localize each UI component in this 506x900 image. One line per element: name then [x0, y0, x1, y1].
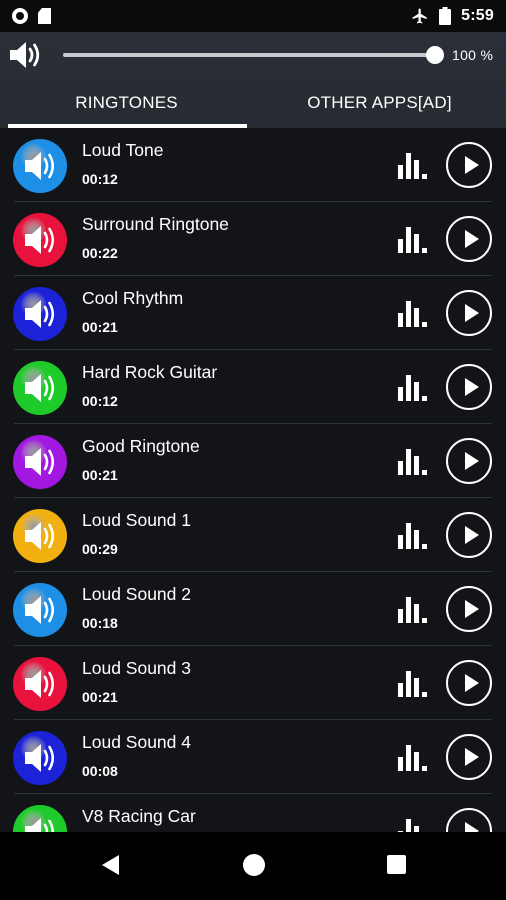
play-button[interactable]	[446, 808, 492, 832]
ringtone-speaker-icon	[12, 212, 68, 268]
volume-slider-track[interactable]	[63, 53, 435, 57]
equalizer-icon[interactable]	[396, 591, 430, 625]
list-item[interactable]: Loud Sound 4 00:08	[0, 720, 506, 794]
tab-ringtones[interactable]: RINGTONES	[0, 78, 253, 128]
ringtone-title: Loud Sound 2	[82, 584, 191, 604]
ringtone-speaker-icon	[12, 138, 68, 194]
tab-ringtones-label: RINGTONES	[75, 93, 178, 112]
equalizer-icon[interactable]	[396, 443, 430, 477]
equalizer-icon[interactable]	[396, 147, 430, 181]
ringtone-duration: 00:22	[82, 245, 118, 261]
volume-row: 100 %	[0, 32, 506, 78]
ringtone-speaker-icon	[12, 286, 68, 342]
list-item[interactable]: V8 Racing Car	[0, 794, 506, 832]
list-item[interactable]: Loud Sound 2 00:18	[0, 572, 506, 646]
ringtone-title: Surround Ringtone	[82, 214, 229, 234]
play-button[interactable]	[446, 734, 492, 780]
clock-time: 5:59	[461, 7, 494, 24]
tab-other-apps[interactable]: OTHER APPS[AD]	[253, 78, 506, 128]
tab-bar: RINGTONES OTHER APPS[AD]	[0, 78, 506, 128]
play-button[interactable]	[446, 438, 492, 484]
battery-icon	[439, 7, 452, 25]
ringtone-title: Loud Sound 4	[82, 732, 191, 752]
equalizer-icon[interactable]	[396, 813, 430, 832]
status-bar: 5:59	[0, 0, 506, 32]
list-item[interactable]: Good Ringtone 00:21	[0, 424, 506, 498]
list-item[interactable]: Loud Sound 1 00:29	[0, 498, 506, 572]
equalizer-icon[interactable]	[396, 739, 430, 773]
play-button[interactable]	[446, 142, 492, 188]
ringtone-duration: 00:18	[82, 615, 118, 631]
ringtone-title: Hard Rock Guitar	[82, 362, 218, 382]
ringtone-title: Loud Tone	[82, 140, 164, 160]
play-button[interactable]	[446, 290, 492, 336]
list-item[interactable]: Loud Sound 3 00:21	[0, 646, 506, 720]
ringtone-title: Good Ringtone	[82, 436, 200, 456]
ringtone-list[interactable]: Loud Tone 00:12 Surround Ringtone 00:22 …	[0, 128, 506, 832]
ringtone-duration: 00:21	[82, 467, 118, 483]
ringtone-duration: 00:08	[82, 763, 118, 779]
list-item[interactable]: Cool Rhythm 00:21	[0, 276, 506, 350]
recents-icon[interactable]	[387, 855, 406, 874]
speaker-icon[interactable]	[8, 40, 44, 70]
equalizer-icon[interactable]	[396, 665, 430, 699]
ringtone-speaker-icon	[12, 804, 68, 832]
equalizer-icon[interactable]	[396, 517, 430, 551]
record-icon	[12, 8, 28, 24]
back-icon[interactable]	[102, 855, 119, 875]
volume-percent: 100 %	[452, 47, 494, 63]
list-item[interactable]: Hard Rock Guitar 00:12	[0, 350, 506, 424]
tab-other-apps-label: OTHER APPS[AD]	[307, 93, 452, 112]
sd-card-icon	[38, 8, 51, 24]
play-button[interactable]	[446, 586, 492, 632]
play-button[interactable]	[446, 660, 492, 706]
equalizer-icon[interactable]	[396, 221, 430, 255]
airplane-mode-icon	[412, 8, 427, 24]
ringtone-title: Cool Rhythm	[82, 288, 184, 308]
ringtone-speaker-icon	[12, 360, 68, 416]
ringtone-speaker-icon	[12, 730, 68, 786]
volume-slider-thumb[interactable]	[426, 46, 444, 64]
ringtone-title: V8 Racing Car	[82, 806, 196, 826]
ringtone-speaker-icon	[12, 434, 68, 490]
list-item[interactable]: Surround Ringtone 00:22	[0, 202, 506, 276]
ringtone-duration: 00:12	[82, 171, 118, 187]
navigation-bar	[0, 832, 506, 900]
ringtone-speaker-icon	[12, 582, 68, 638]
equalizer-icon[interactable]	[396, 369, 430, 403]
ringtone-speaker-icon	[12, 508, 68, 564]
ringtone-duration: 00:29	[82, 541, 118, 557]
play-button[interactable]	[446, 364, 492, 410]
ringtone-title: Loud Sound 1	[82, 510, 191, 530]
ringtone-speaker-icon	[12, 656, 68, 712]
ringtone-duration: 00:12	[82, 393, 118, 409]
play-button[interactable]	[446, 512, 492, 558]
ringtone-duration: 00:21	[82, 319, 118, 335]
list-item[interactable]: Loud Tone 00:12	[0, 128, 506, 202]
ringtone-duration: 00:21	[82, 689, 118, 705]
play-button[interactable]	[446, 216, 492, 262]
home-icon[interactable]	[243, 854, 265, 876]
equalizer-icon[interactable]	[396, 295, 430, 329]
ringtone-title: Loud Sound 3	[82, 658, 191, 678]
header: 100 % RINGTONES OTHER APPS[AD]	[0, 32, 506, 128]
